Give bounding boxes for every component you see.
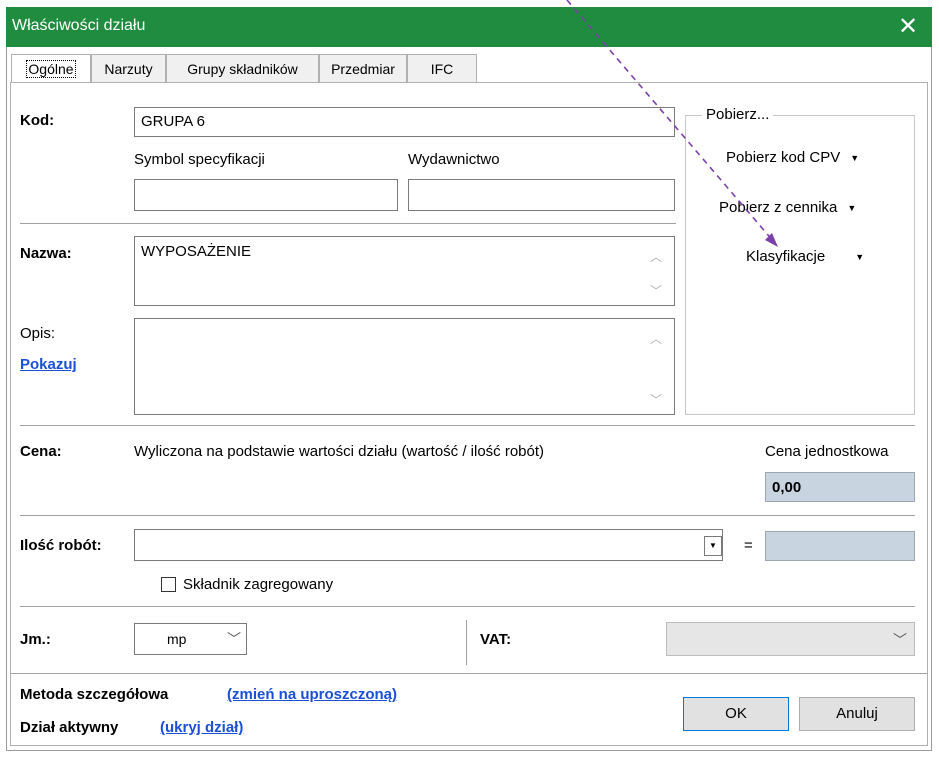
annotation-arrow	[566, 0, 778, 247]
annotation-arrow-line	[566, 0, 775, 243]
annotation-arrow-head	[765, 233, 778, 247]
